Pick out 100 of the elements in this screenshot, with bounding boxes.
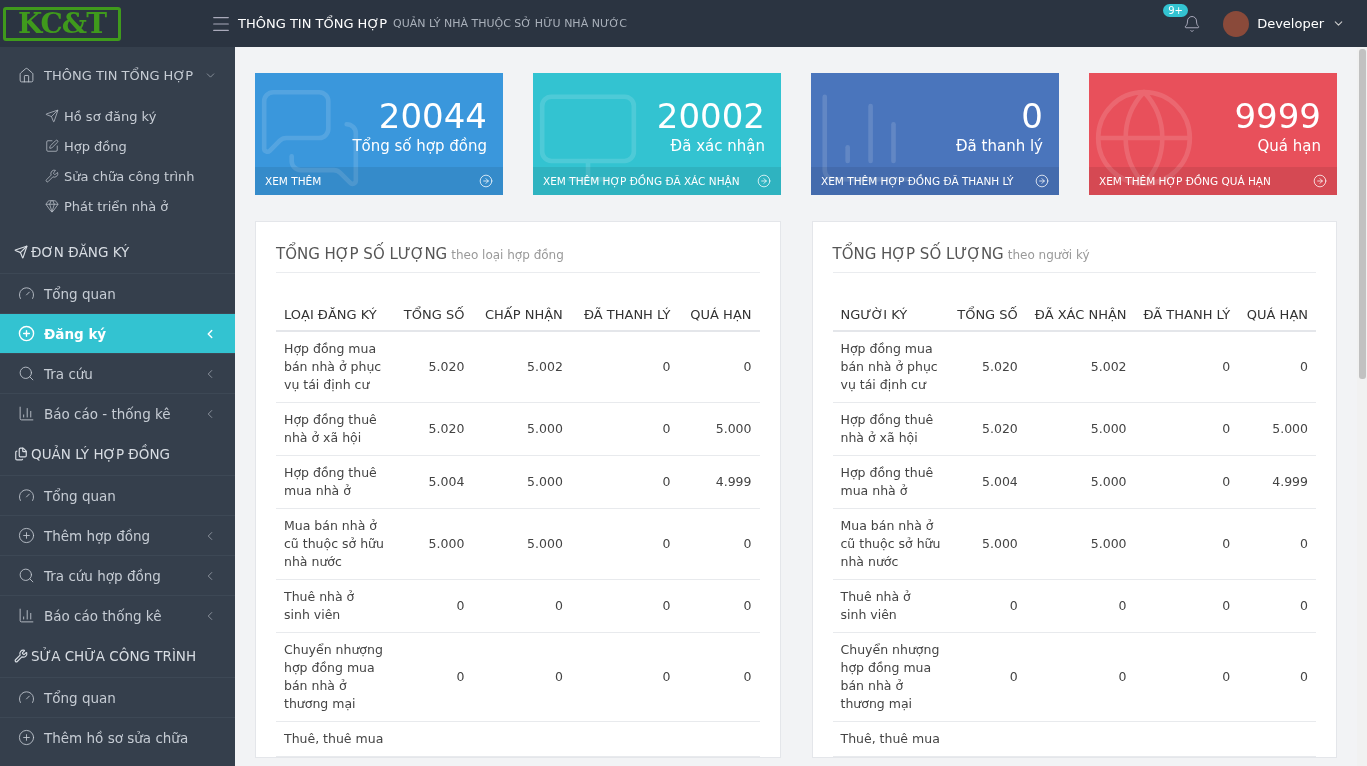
sidebar-section-title: QUẢN LÝ HỢP ĐỒNG [0, 433, 235, 475]
table-cell: 0 [1134, 508, 1239, 580]
plus-circle-icon [18, 729, 35, 746]
table-cell: 0 [678, 508, 760, 580]
table-cell: Thuê nhà ở sinh viên [832, 579, 949, 633]
table-cell: Hợp đồng thuê nhà ở xã hội [276, 402, 392, 456]
column-header: QUÁ HẠN [678, 299, 760, 331]
sidebar-group[interactable]: THÔNG TIN TỔNG HỢP [0, 61, 235, 89]
wrench-icon [45, 169, 59, 183]
table-cell: Hợp đồng mua bán nhà ở phục vụ tái định cư [276, 331, 392, 403]
files-icon [14, 447, 28, 461]
column-header: ĐÃ XÁC NHẬN [1025, 299, 1135, 331]
column-header: LOẠI ĐĂNG KÝ [276, 299, 392, 331]
table-cell: 5.000 [948, 508, 1026, 580]
column-header: ĐÃ THANH LÝ [1134, 299, 1239, 331]
sidebar-item[interactable]: Báo cáo thống kê [0, 595, 235, 635]
sidebar-subitem[interactable]: Hồ sơ đăng ký [0, 101, 235, 131]
table-cell: 0 [570, 455, 679, 509]
gem-icon [45, 199, 59, 213]
sidebar-section-title: SỬA CHỮA CÔNG TRÌNH [0, 635, 235, 677]
sidebar-item[interactable]: Báo cáo - thống kê [0, 393, 235, 433]
table-cell: 0 [1025, 579, 1135, 633]
table-cell: Chuyển nhượng hợp đồng mua bán nhà ở thương mại [832, 632, 949, 722]
logo: KC&T [3, 6, 121, 41]
table-cell: 5.000 [1025, 508, 1135, 580]
stat-value: 20002 [655, 95, 766, 137]
table-cell: 0 [1134, 632, 1239, 722]
table-cell: 0 [1134, 579, 1239, 633]
table-cell: 0 [570, 632, 679, 722]
table-cell: 0 [948, 579, 1026, 633]
table-cell: 4.999 [678, 455, 760, 509]
arrow-right-icon [757, 174, 771, 188]
gauge-icon [18, 487, 35, 504]
stat-value: 20044 [377, 95, 488, 137]
table-cell: 5.000 [472, 508, 571, 580]
sidebar-subitem[interactable]: Hợp đồng [0, 131, 235, 161]
scrollbar-thumb[interactable] [1358, 49, 1366, 379]
sidebar-item[interactable]: Tổng quan [0, 677, 235, 717]
more-link[interactable]: XEM THÊM [255, 167, 503, 195]
sidebar-item[interactable]: Tra cứu [0, 353, 235, 393]
send-icon [45, 109, 59, 123]
page-subtitle: QUẢN LÝ NHÀ THUỘC SỞ HỮU NHÀ NƯỚC [393, 17, 628, 30]
stat-value: 9999 [1233, 95, 1322, 137]
table-cell: 0 [1134, 402, 1239, 456]
page-title: THÔNG TIN TỔNG HỢP [238, 16, 388, 31]
table-cell: 0 [472, 579, 571, 633]
stat-value: 0 [1020, 95, 1044, 137]
table-cell: 5.002 [1025, 331, 1135, 403]
table-cell: 5.004 [392, 455, 473, 509]
more-link[interactable]: XEM THÊM HỢP ĐỒNG QUÁ HẠN [1089, 167, 1337, 195]
stat-label: Tổng số hợp đồng [351, 137, 488, 155]
table-cell: 0 [570, 579, 679, 633]
column-header: CHẤP NHẬN [472, 299, 571, 331]
bar-chart-icon [18, 607, 35, 624]
table-cell: 0 [392, 579, 473, 633]
more-link[interactable]: XEM THÊM HỢP ĐỒNG ĐÃ THANH LÝ [811, 167, 1059, 195]
table-cell: Mua bán nhà ở cũ thuộc sở hữu nhà nước [832, 508, 949, 580]
table-cell: 0 [678, 632, 760, 722]
arrow-right-icon [479, 174, 493, 188]
sidebar-item[interactable]: Thêm hợp đồng [0, 515, 235, 555]
sidebar-section-title: ĐƠN ĐĂNG KÝ [0, 231, 235, 273]
stat-label: Quá hạn [1256, 137, 1322, 155]
table-cell: 0 [1238, 579, 1316, 633]
edit-icon [45, 139, 59, 153]
table-cell: 5.000 [678, 402, 760, 456]
table-cell: 5.002 [472, 331, 571, 403]
table-cell: 0 [1238, 632, 1316, 722]
table-cell: 5.004 [948, 455, 1026, 509]
table-cell: 0 [392, 632, 473, 722]
table-cell: 0 [1134, 455, 1239, 509]
table-cell: 5.000 [1238, 402, 1316, 456]
table-cell: 5.020 [948, 402, 1026, 456]
notification-badge: 9+ [1163, 3, 1188, 17]
gauge-icon [18, 285, 35, 302]
table-cell: 0 [472, 632, 571, 722]
table-cell: Hợp đồng thuê mua nhà ở [276, 455, 392, 509]
sidebar-subitem[interactable]: Sửa chữa công trình [0, 161, 235, 191]
table-cell: 0 [570, 331, 679, 403]
stat-label: Đã xác nhận [669, 137, 766, 155]
table-cell: Hợp đồng thuê nhà ở xã hội [832, 402, 949, 456]
search-icon [18, 567, 35, 584]
sidebar-item[interactable]: Tổng quan [0, 475, 235, 515]
send-icon [14, 245, 28, 259]
sidebar-subitem[interactable]: Phát triển nhà ở [0, 191, 235, 221]
table-cell: Thuê, thuê mua [276, 721, 392, 757]
search-icon [18, 365, 35, 382]
user-name[interactable]: Developer [1257, 16, 1324, 31]
column-header: NGƯỜI KÝ [832, 299, 949, 331]
bar-chart-icon [18, 405, 35, 422]
table-cell: 0 [570, 402, 679, 456]
column-header: TỔNG SỐ [948, 299, 1026, 331]
sidebar-item[interactable]: Tra cứu hợp đồng [0, 555, 235, 595]
arrow-right-icon [1035, 174, 1049, 188]
bell-icon[interactable] [1183, 14, 1202, 33]
table-cell: 0 [948, 632, 1026, 722]
sidebar-item[interactable]: Thêm hồ sơ sửa chữa [0, 717, 235, 757]
wrench-icon [14, 649, 28, 663]
table-cell: 0 [1025, 632, 1135, 722]
table-cell: 0 [678, 331, 760, 403]
table-cell: Thuê, thuê mua [832, 721, 949, 757]
